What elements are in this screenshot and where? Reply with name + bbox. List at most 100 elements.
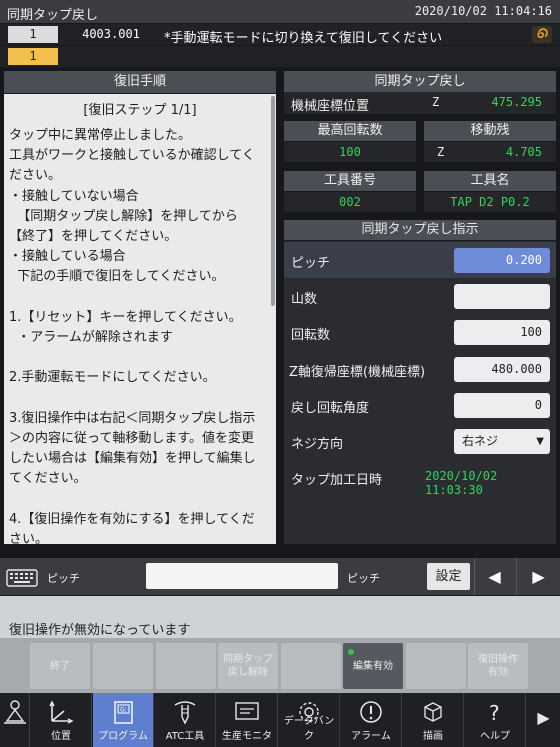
screen-title: 同期タップ戻し bbox=[7, 8, 99, 23]
tap-date-label: タップ加工日時 bbox=[291, 473, 383, 488]
return-angle-input[interactable]: 0 bbox=[454, 393, 550, 418]
nav-item-5[interactable]: 生産モニタ bbox=[217, 693, 278, 747]
function-key-1[interactable]: 終了 bbox=[30, 643, 90, 689]
message-code: 4003.001 bbox=[82, 27, 140, 41]
help-icon: ? bbox=[481, 699, 509, 725]
sync-tap-instruction-header: 同期タップ戻し指示 bbox=[284, 220, 556, 240]
dropdown-arrow-icon: ▼ bbox=[536, 436, 544, 447]
alarm-icon bbox=[357, 699, 385, 725]
nav-item-2[interactable]: 位置 bbox=[31, 693, 92, 747]
thread-count-row[interactable]: 山数 bbox=[284, 278, 556, 314]
tool-number-header: 工具番号 bbox=[284, 171, 416, 191]
function-key-label: 復旧操作 有効 bbox=[478, 654, 518, 678]
thread-direction-value: 右ネジ bbox=[462, 434, 499, 448]
recovery-procedure-panel[interactable]: [復旧ステップ 1/1] タップ中に異常停止しました。 工具がワークと接触してい… bbox=[4, 94, 276, 544]
bottom-navigation: 位置 G: プログラム ATC工具 生産モニタ データバンク アラーム 描画? ヘルプ ▶ bbox=[0, 693, 560, 747]
prev-arrow-icon[interactable]: ◀ bbox=[474, 558, 514, 595]
input-bar: ピッチ ピッチ 設定 ◀ ▶ bbox=[0, 558, 560, 595]
nav-label: ATC工具 bbox=[165, 731, 205, 742]
remaining-travel-header: 移動残 bbox=[424, 121, 556, 141]
function-key-6[interactable]: 編集有効 bbox=[343, 643, 403, 689]
function-key-label: 同期タップ 戻し解除 bbox=[223, 654, 273, 678]
nav-label: ヘルプ bbox=[480, 731, 510, 742]
function-key-bar: 終了 同期タップ 戻し解除 編集有効 復旧操作 有効 bbox=[0, 638, 560, 693]
set-button[interactable]: 設定 bbox=[427, 563, 470, 590]
svg-text:?: ? bbox=[489, 701, 500, 725]
rotations-input[interactable]: 100 bbox=[454, 320, 550, 345]
function-key-label: 終了 bbox=[50, 660, 70, 672]
nav-label: 生産モニタ bbox=[222, 731, 272, 742]
nav-label: データバンク bbox=[283, 716, 335, 742]
svg-text:G:: G: bbox=[120, 707, 127, 714]
keyboard-icon[interactable] bbox=[6, 568, 38, 588]
operator-icon bbox=[1, 699, 29, 725]
thread-count-input[interactable] bbox=[454, 284, 550, 309]
remaining-travel-row: Z 4.705 bbox=[424, 142, 556, 162]
return-angle-row[interactable]: 戻し回転角度 0 bbox=[284, 387, 556, 423]
tool-name-header: 工具名 bbox=[424, 171, 556, 191]
thread-direction-row[interactable]: ネジ方向 右ネジ ▼ bbox=[284, 423, 556, 459]
nav-item-3[interactable]: G: プログラム bbox=[93, 693, 154, 747]
machine-position-axis: Z bbox=[432, 95, 440, 109]
input-label: ピッチ bbox=[47, 572, 80, 585]
z-return-row[interactable]: Z軸復帰座標(機械座標) 480.000 bbox=[284, 351, 556, 387]
nav-label: アラーム bbox=[351, 731, 391, 742]
scrollbar[interactable] bbox=[271, 96, 275, 306]
function-key-4[interactable]: 同期タップ 戻し解除 bbox=[218, 643, 278, 689]
nav-item-9[interactable]: ? ヘルプ bbox=[465, 693, 526, 747]
tap-date-value: 2020/10/02 11:03:30 bbox=[425, 469, 498, 497]
machine-position-label: 機械座標位置 bbox=[291, 99, 370, 114]
nav-label: 描画 bbox=[423, 731, 443, 742]
value-input[interactable] bbox=[146, 563, 338, 589]
program-icon: G: bbox=[109, 699, 137, 725]
max-rpm-value: 100 bbox=[284, 142, 416, 162]
z-return-input[interactable]: 480.000 bbox=[454, 357, 550, 382]
thread-direction-label: ネジ方向 bbox=[291, 437, 344, 452]
function-key-7[interactable] bbox=[406, 643, 466, 689]
nav-item-7[interactable]: アラーム bbox=[341, 693, 402, 747]
message-number-2: 1 bbox=[8, 48, 58, 65]
monitor-icon bbox=[233, 699, 261, 725]
pitch-label: ピッチ bbox=[291, 256, 331, 271]
remaining-travel-value: 4.705 bbox=[505, 145, 542, 159]
function-key-2[interactable] bbox=[93, 643, 153, 689]
max-rpm-header: 最高回転数 bbox=[284, 121, 416, 141]
nav-more-arrow-icon[interactable]: ▶ bbox=[527, 693, 560, 747]
axes-icon bbox=[47, 699, 75, 725]
pitch-input[interactable]: 0.200 bbox=[454, 248, 550, 273]
machine-position-row: 機械座標位置 Z 475.295 bbox=[284, 92, 556, 114]
cube-icon bbox=[419, 699, 447, 725]
nav-item-8[interactable]: 描画 bbox=[403, 693, 464, 747]
remaining-travel-axis: Z bbox=[437, 145, 445, 159]
nav-label: 位置 bbox=[51, 731, 71, 742]
machine-position-value: 475.295 bbox=[491, 95, 542, 109]
next-arrow-icon[interactable]: ▶ bbox=[516, 558, 560, 595]
rotations-row[interactable]: 回転数 100 bbox=[284, 314, 556, 350]
thread-direction-select[interactable]: 右ネジ ▼ bbox=[454, 429, 550, 454]
nav-item-4[interactable]: ATC工具 bbox=[155, 693, 216, 747]
status-message: 復旧操作が無効になっています bbox=[9, 623, 191, 638]
thread-count-label: 山数 bbox=[291, 292, 318, 307]
nav-item-1[interactable] bbox=[0, 693, 30, 747]
function-key-3[interactable] bbox=[156, 643, 216, 689]
sync-tap-header: 同期タップ戻し bbox=[284, 71, 556, 92]
message-number: 1 bbox=[8, 26, 58, 43]
input-target-label: ピッチ bbox=[347, 572, 380, 585]
spiral-icon[interactable] bbox=[532, 26, 552, 43]
tool-name-value: TAP D2 P0.2 bbox=[424, 192, 556, 212]
function-key-5[interactable] bbox=[281, 643, 341, 689]
message-row[interactable]: 1 4003.001 *手動運転モードに切り換えて復旧してください bbox=[0, 24, 560, 46]
nav-label: プログラム bbox=[98, 731, 148, 742]
return-angle-label: 戻し回転角度 bbox=[291, 401, 370, 416]
message-row-2[interactable]: 1 bbox=[0, 46, 560, 67]
z-return-label: Z軸復帰座標(機械座標) bbox=[289, 365, 426, 380]
active-indicator-icon bbox=[348, 649, 354, 655]
recovery-step: [復旧ステップ 1/1] bbox=[83, 103, 197, 118]
sync-tap-instruction-panel: ピッチ 0.200 山数 回転数 100 Z軸復帰座標(機械座標) 480.00… bbox=[284, 241, 556, 544]
function-key-8[interactable]: 復旧操作 有効 bbox=[468, 643, 528, 689]
pitch-row[interactable]: ピッチ 0.200 bbox=[284, 242, 556, 278]
title-bar: 同期タップ戻し 2020/10/02 11:04:16 bbox=[0, 0, 560, 23]
nav-item-6[interactable]: データバンク bbox=[279, 693, 340, 747]
recovery-instructions: タップ中に異常停止しました。 工具がワークと接触しているか確認してく ださい。 … bbox=[9, 128, 256, 544]
tool-icon bbox=[171, 699, 199, 725]
